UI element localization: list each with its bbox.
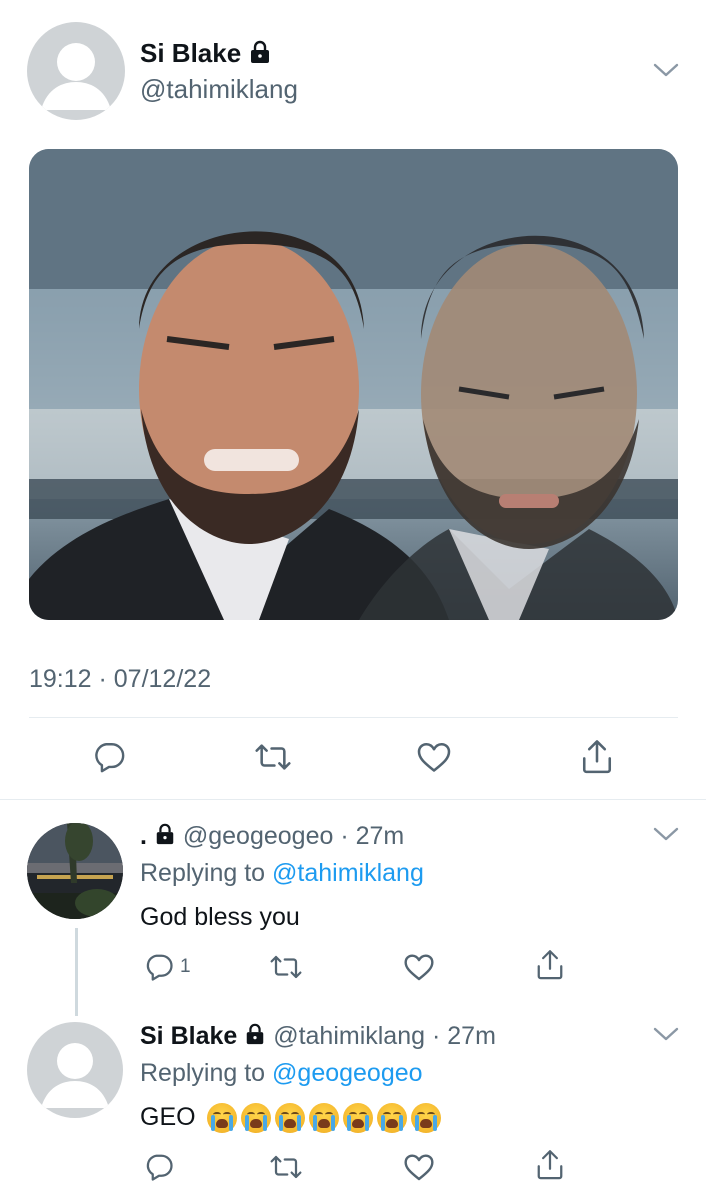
tweet-media-photo[interactable] [29, 149, 678, 620]
reply2-replying-to: Replying to @geogeogeo [140, 1058, 423, 1088]
reply1-like-button[interactable] [403, 952, 435, 982]
reply1-replying-to: Replying to @tahimiklang [140, 858, 424, 888]
share-icon [535, 1148, 565, 1182]
lock-icon [248, 40, 272, 70]
like-button[interactable] [416, 740, 452, 774]
replying-to-label: Replying to [140, 1059, 266, 1087]
reply1-header: . @geogeogeo · 27m [140, 821, 404, 852]
share-button[interactable] [580, 738, 614, 776]
section-divider [0, 799, 706, 800]
reply-icon [144, 1152, 174, 1182]
more-options-chevron-icon[interactable] [652, 826, 680, 846]
reply2-text-row: GEO [140, 1100, 441, 1134]
reply1-display-name[interactable]: . [140, 822, 147, 850]
reply2-reply-button[interactable] [144, 1152, 174, 1182]
reply2-display-name[interactable]: Si Blake [140, 1022, 237, 1050]
author-name-row: Si Blake [140, 38, 272, 70]
lock-icon [244, 1022, 266, 1052]
heart-icon [403, 952, 435, 982]
reply-icon [144, 952, 174, 982]
reply1-retweet-button[interactable] [269, 952, 303, 982]
reply1-time[interactable]: 27m [356, 822, 405, 850]
retweet-icon [269, 1152, 303, 1182]
heart-icon [403, 1152, 435, 1182]
more-options-chevron-icon[interactable] [652, 1026, 680, 1046]
heart-icon [416, 740, 452, 774]
replying-to-handle-link[interactable]: @tahimiklang [272, 859, 424, 887]
loudly-crying-face-emoji-icon [308, 1103, 339, 1134]
loudly-crying-face-emoji-icon [342, 1103, 373, 1134]
replying-to-handle-link[interactable]: @geogeogeo [272, 1059, 423, 1087]
lock-icon [154, 822, 176, 852]
replying-to-label: Replying to [140, 859, 266, 887]
reply2-share-button[interactable] [535, 1148, 565, 1182]
reply2-like-button[interactable] [403, 1152, 435, 1182]
loudly-crying-face-emoji-icon [206, 1103, 237, 1134]
reply2-header: Si Blake @tahimiklang · 27m [140, 1021, 496, 1052]
reply1-text: God bless you [140, 903, 300, 931]
retweet-icon [269, 952, 303, 982]
reply2-text: GEO [140, 1103, 196, 1131]
reply2-time[interactable]: 27m [447, 1022, 496, 1050]
reply1-handle[interactable]: @geogeogeo [183, 822, 334, 850]
divider [29, 717, 678, 718]
reply2-avatar[interactable] [27, 1022, 123, 1118]
retweet-button[interactable] [254, 740, 292, 774]
reply-button[interactable] [92, 740, 126, 774]
reply2-retweet-button[interactable] [269, 1152, 303, 1182]
author-display-name[interactable]: Si Blake [140, 38, 241, 68]
reply-icon [92, 740, 126, 774]
reply2-handle[interactable]: @tahimiklang [273, 1022, 425, 1050]
loudly-crying-face-emoji-icon [274, 1103, 305, 1134]
retweet-icon [254, 740, 292, 774]
share-icon [535, 948, 565, 982]
reply1-reply-button[interactable]: 1 [144, 952, 191, 982]
loudly-crying-face-emoji-icon [240, 1103, 271, 1134]
reply1-avatar[interactable] [27, 823, 123, 919]
separator-dot: · [431, 1022, 441, 1050]
author-handle[interactable]: @tahimiklang [140, 74, 298, 104]
tweet-timestamp[interactable]: 19:12 · 07/12/22 [29, 664, 211, 694]
author-avatar[interactable] [27, 22, 125, 120]
share-icon [580, 738, 614, 776]
separator-dot: · [340, 822, 349, 850]
loudly-crying-face-emoji-icon [410, 1103, 441, 1134]
loudly-crying-face-emoji-icon [376, 1103, 407, 1134]
reply1-share-button[interactable] [535, 948, 565, 982]
more-options-chevron-icon[interactable] [652, 62, 680, 82]
emoji-row [203, 1103, 441, 1134]
thread-connector-line [75, 928, 78, 1016]
reply-count: 1 [180, 956, 191, 977]
